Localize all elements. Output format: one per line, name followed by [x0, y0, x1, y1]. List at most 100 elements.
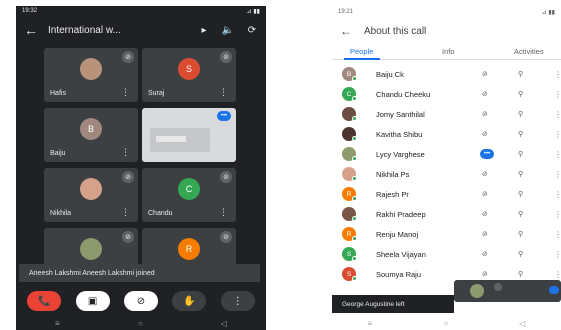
participant-name: Suraj: [148, 90, 165, 97]
switch-camera-icon[interactable]: ⟳: [244, 25, 260, 36]
raise-hand-button[interactable]: ✋: [172, 291, 207, 311]
tab-bar: People Info Activities: [332, 44, 561, 60]
back-icon[interactable]: ◁: [519, 319, 525, 328]
end-call-button[interactable]: 📞: [27, 291, 62, 311]
participant-list: B Baiju Ck ⊘ ⚲ ⋮ C Chandu Cheeku ⊘ ⚲ ⋮ Jomy Santhi…: [332, 64, 561, 284]
home-icon[interactable]: ○: [138, 319, 143, 328]
list-item[interactable]: C Chandu Cheeku ⊘ ⚲ ⋮: [332, 84, 561, 104]
mic-toggle-button[interactable]: ⊘: [123, 291, 158, 311]
more-options-icon[interactable]: ⋮: [554, 90, 561, 99]
participant-name: Hafis: [50, 90, 66, 97]
mic-off-icon: ⊘: [482, 91, 488, 98]
back-arrow-icon[interactable]: ←: [22, 22, 40, 38]
picture-in-picture[interactable]: [454, 280, 561, 302]
participant-tile[interactable]: ⊘ S Suraj ⋮: [142, 48, 236, 102]
cast-icon[interactable]: ▸: [196, 25, 212, 36]
pin-icon[interactable]: ⚲: [518, 270, 523, 278]
more-options-icon[interactable]: ⋮: [554, 110, 561, 119]
pin-icon[interactable]: ⚲: [518, 170, 523, 178]
more-options-icon[interactable]: ⋮: [219, 87, 228, 98]
avatar: [80, 238, 102, 260]
pin-icon[interactable]: ⚲: [518, 90, 523, 98]
join-notification: Aneesh Lakshmi Aneesh Lakshmi joined: [19, 264, 260, 282]
more-options-icon[interactable]: ⋮: [121, 207, 130, 218]
list-item[interactable]: S Sheela Vijayan ⊘ ⚲ ⋮: [332, 244, 561, 264]
mic-off-icon: ⊘: [482, 271, 488, 278]
active-tab-indicator: [344, 58, 380, 60]
pin-icon[interactable]: ⚲: [518, 190, 523, 198]
pin-icon[interactable]: ⚲: [518, 110, 523, 118]
participant-tile[interactable]: ⊘ Nikhila ⋮: [44, 168, 138, 222]
online-status-icon: [352, 216, 357, 221]
participant-name: Rajesh Pr: [376, 189, 409, 199]
mic-off-icon: ⊘: [482, 111, 488, 118]
participant-name: Rakhi Pradeep: [376, 209, 426, 219]
more-options-icon[interactable]: ⋮: [554, 70, 561, 79]
tab-people[interactable]: People: [350, 47, 373, 56]
tab-activities[interactable]: Activities: [514, 47, 544, 56]
online-status-icon: [352, 176, 357, 181]
system-nav-bar: ≡ ○ ◁: [332, 316, 561, 330]
more-options-button[interactable]: ⋮: [220, 291, 255, 311]
more-options-icon[interactable]: ⋮: [554, 130, 561, 139]
participant-tile[interactable]: ⊘: [44, 228, 138, 268]
avatar: S: [178, 58, 200, 80]
participant-tile[interactable]: ⊘ C Chandu ⋮: [142, 168, 236, 222]
participant-name: Soumya Raju: [376, 269, 422, 279]
status-icons: ⊿ ▮▮: [246, 8, 260, 15]
participant-tile[interactable]: ⊘ R: [142, 228, 236, 268]
list-item[interactable]: Jomy Santhilal ⊘ ⚲ ⋮: [332, 104, 561, 124]
more-options-icon[interactable]: ⋮: [554, 270, 561, 279]
camera-toggle-button[interactable]: ▣: [75, 291, 110, 311]
list-item[interactable]: R Renju Manoj ⊘ ⚲ ⋮: [332, 224, 561, 244]
more-options-icon[interactable]: ⋮: [554, 250, 561, 259]
pin-icon[interactable]: ⚲: [518, 250, 523, 258]
participant-name: Lycy Varghese: [376, 149, 425, 159]
pin-icon[interactable]: ⚲: [518, 150, 523, 158]
tab-info[interactable]: Info: [442, 47, 455, 56]
pin-icon[interactable]: ⚲: [518, 230, 523, 238]
mic-off-icon: ⊘: [122, 51, 134, 63]
self-video-tile[interactable]: •••: [142, 108, 236, 162]
speaker-icon[interactable]: 🔈: [220, 25, 236, 36]
online-status-icon: [352, 76, 357, 81]
mic-off-icon: ⊘: [482, 231, 488, 238]
pin-icon[interactable]: ⚲: [518, 130, 523, 138]
avatar: [470, 284, 484, 298]
leave-notification: George Augustine left: [332, 295, 454, 313]
pin-icon[interactable]: ⚲: [518, 70, 523, 78]
pin-icon[interactable]: ⚲: [518, 210, 523, 218]
more-options-icon[interactable]: ⋮: [554, 230, 561, 239]
mic-off-icon: ⊘: [220, 171, 232, 183]
participant-name: Chandu Cheeku: [376, 89, 431, 99]
mic-off-icon: [494, 283, 502, 291]
list-item[interactable]: B Baiju Ck ⊘ ⚲ ⋮: [332, 64, 561, 84]
online-status-icon: [352, 96, 357, 101]
status-bar: 19:32 ⊿ ▮▮: [16, 6, 266, 16]
back-icon[interactable]: ◁: [221, 319, 227, 328]
more-options-icon[interactable]: ⋮: [554, 150, 561, 159]
more-options-icon[interactable]: ⋮: [554, 190, 561, 199]
recents-icon[interactable]: ≡: [368, 319, 373, 328]
back-arrow-icon[interactable]: ←: [340, 24, 352, 38]
recents-icon[interactable]: ≡: [55, 319, 60, 328]
list-item[interactable]: Rakhi Pradeep ⊘ ⚲ ⋮: [332, 204, 561, 224]
list-item[interactable]: R Rajesh Pr ⊘ ⚲ ⋮: [332, 184, 561, 204]
more-options-icon[interactable]: ⋮: [121, 87, 130, 98]
participant-tile[interactable]: B Baiju ⋮: [44, 108, 138, 162]
list-item[interactable]: Nikhila Ps ⊘ ⚲ ⋮: [332, 164, 561, 184]
more-options-icon[interactable]: ⋮: [219, 207, 228, 218]
participant-name: Kavitha Shibu: [376, 129, 423, 139]
more-options-icon[interactable]: ⋮: [554, 170, 561, 179]
list-item[interactable]: Lycy Varghese ••• ⚲ ⋮: [332, 144, 561, 164]
avatar: R: [178, 238, 200, 260]
about-call-screen: 19:21 ⊿ ▮▮ ← About this call People Info…: [332, 6, 561, 330]
list-item[interactable]: Kavitha Shibu ⊘ ⚲ ⋮: [332, 124, 561, 144]
participant-name: Nikhila Ps: [376, 169, 410, 179]
home-icon[interactable]: ○: [443, 319, 448, 328]
participant-tile[interactable]: ⊘ Hafis ⋮: [44, 48, 138, 102]
more-options-icon[interactable]: ⋮: [121, 147, 130, 158]
more-options-icon[interactable]: ⋮: [554, 210, 561, 219]
mic-off-icon: ⊘: [482, 171, 488, 178]
meeting-title[interactable]: International w...: [48, 25, 188, 36]
